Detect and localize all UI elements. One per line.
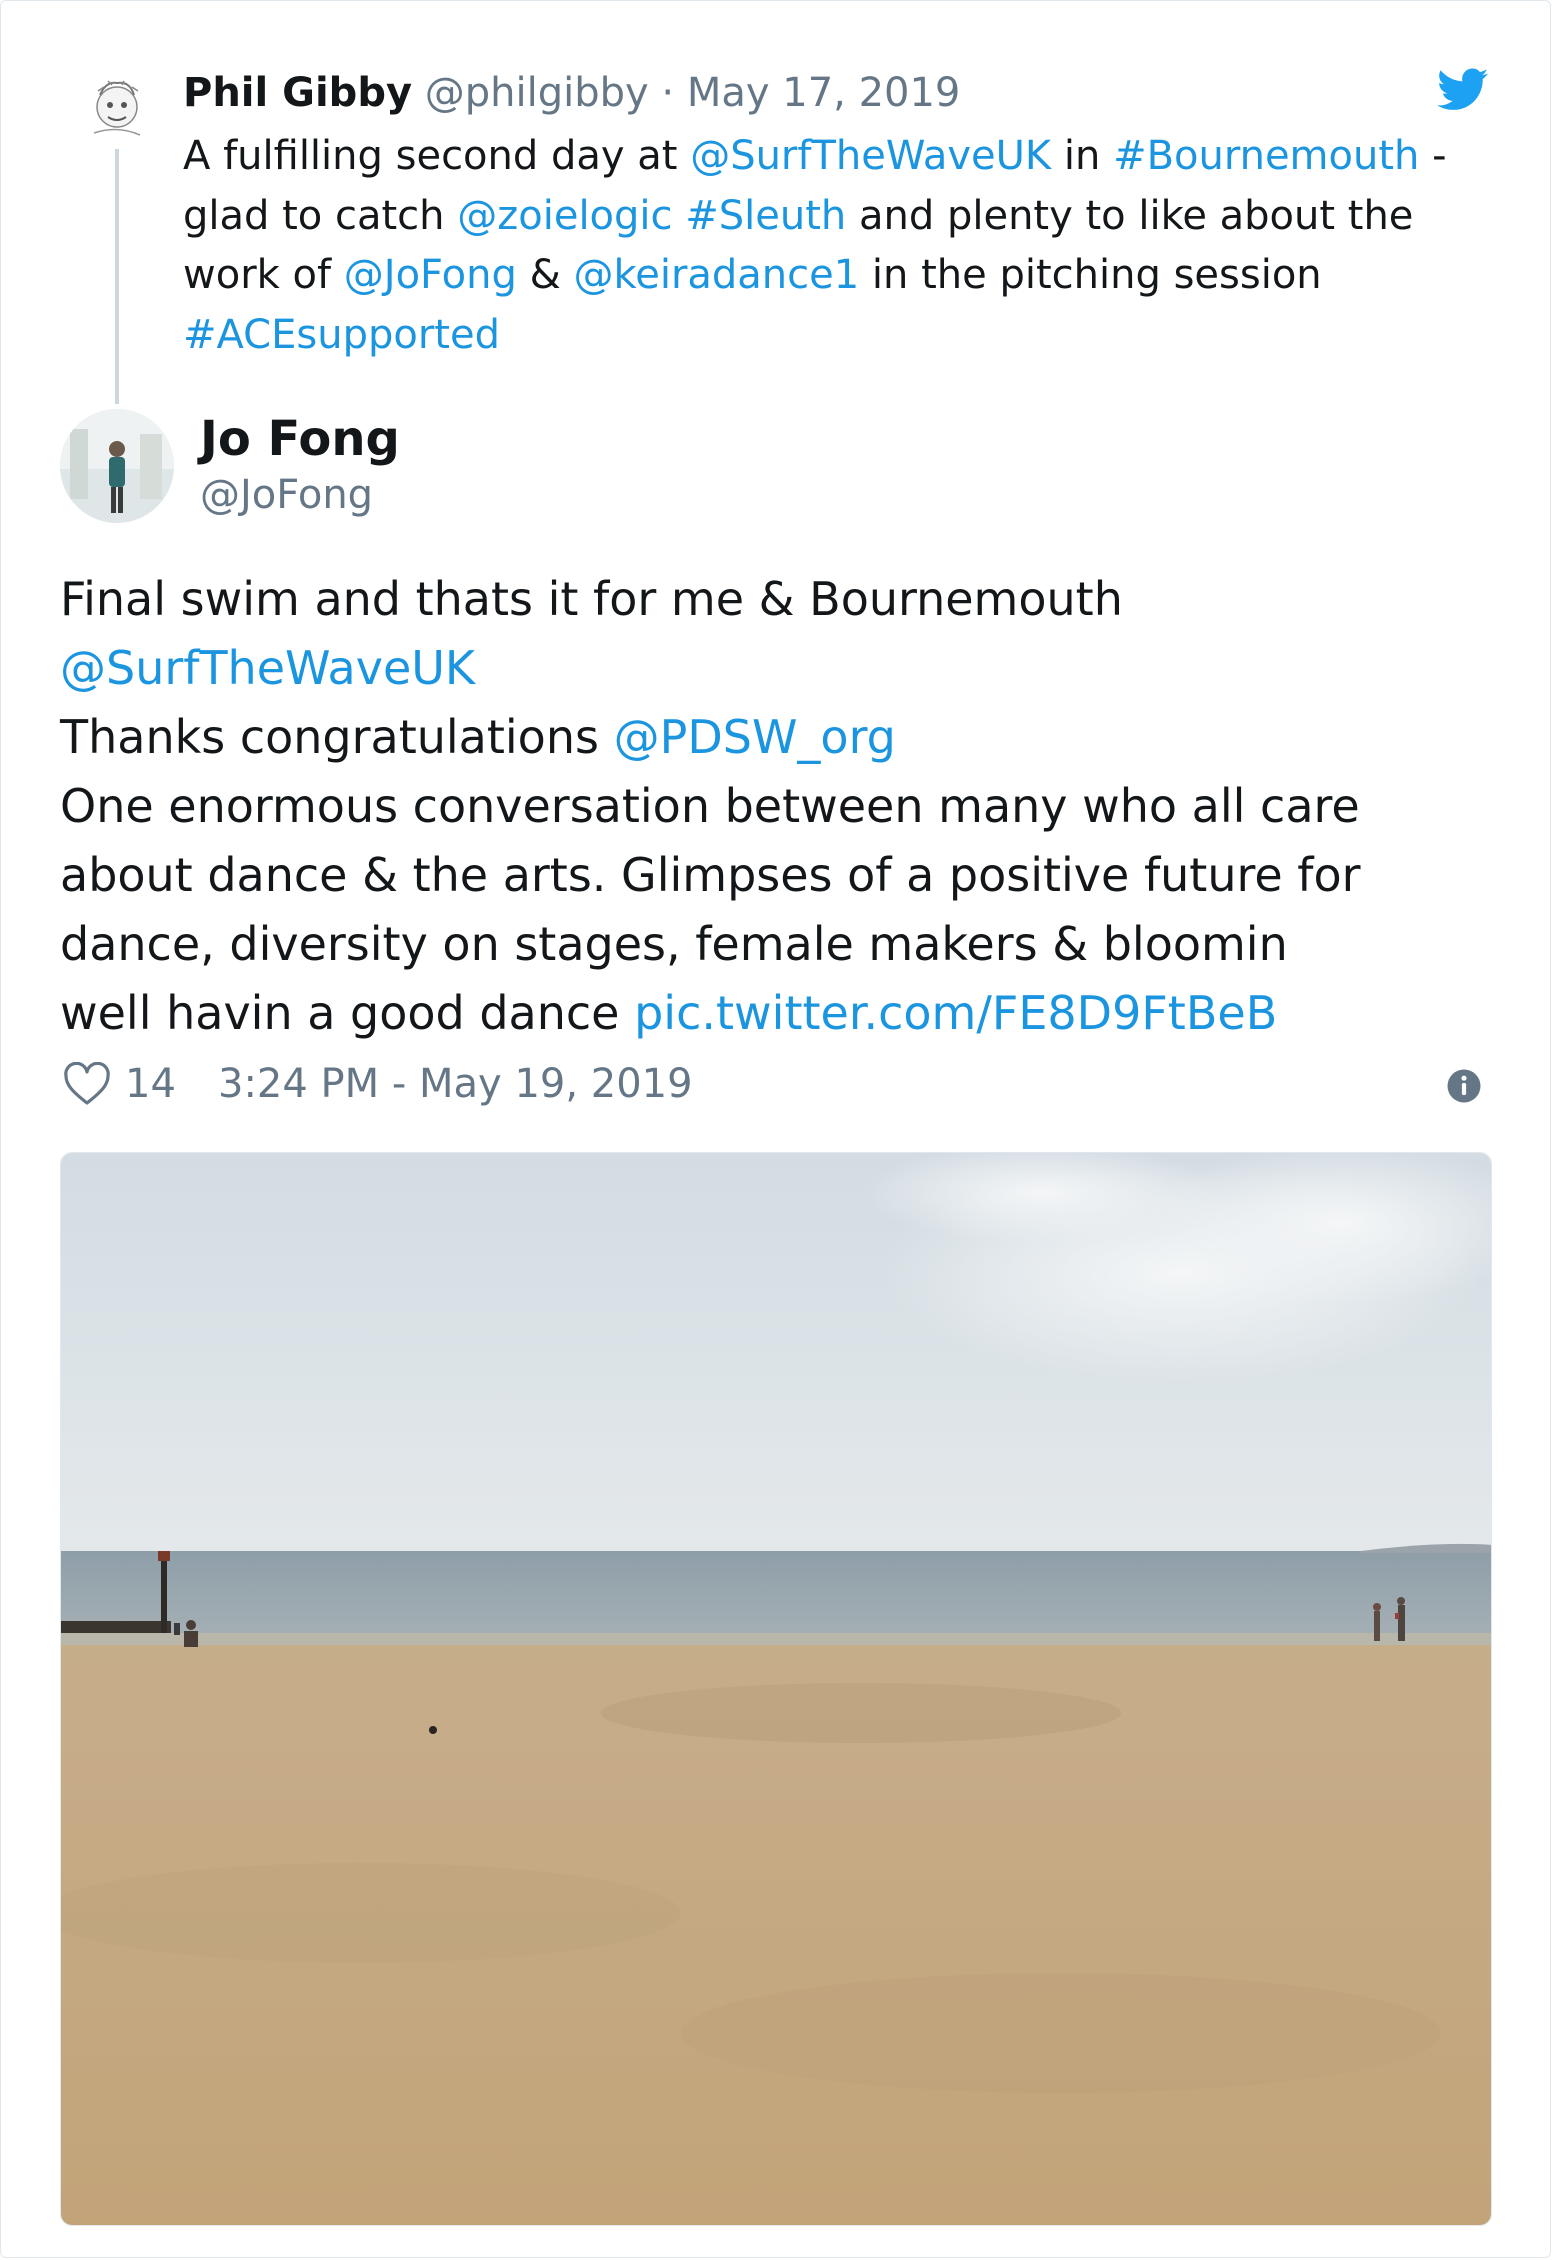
main-author-name[interactable]: Jo Fong [200, 407, 400, 471]
tweet-text-segment: about dance & the arts. Glimpses of a po… [60, 848, 1361, 902]
tweet-text-segment: in the pitching session [859, 252, 1322, 298]
tweet-text-segment: well havin a good dance [60, 986, 635, 1040]
parent-author-name[interactable]: Phil Gibby [183, 70, 412, 116]
tweet-text-line: Thanks congratulations @PDSW_org [60, 703, 1500, 772]
main-avatar[interactable] [60, 409, 174, 523]
inline-link[interactable]: #ACEsupported [183, 312, 500, 358]
inline-link[interactable]: @zoielogic [457, 193, 672, 239]
tweet-text-line: well havin a good dance pic.twitter.com/… [60, 979, 1500, 1048]
twitter-bird-icon[interactable] [1437, 68, 1489, 112]
embedded-tweet-card: Phil Gibby @philgibby · May 17, 2019 A f… [0, 0, 1551, 2258]
tweet-text-segment: dance, diversity on stages, female maker… [60, 917, 1288, 971]
like-count: 14 [125, 1061, 176, 1107]
parent-tweet-text: A fulfilling second day at @SurfTheWaveU… [183, 127, 1483, 365]
parent-author-handle[interactable]: @philgibby [425, 70, 649, 116]
tweet-text-segment: in [1051, 133, 1114, 179]
tweet-text-line: @SurfTheWaveUK [60, 634, 1500, 703]
beach-photo [61, 1153, 1491, 2225]
main-author-handle[interactable]: @JoFong [200, 467, 373, 523]
inline-link[interactable]: #Sleuth [685, 193, 846, 239]
tweet-text-segment [673, 193, 686, 239]
info-icon[interactable] [1446, 1068, 1482, 1104]
tweet-text-segment: Final swim and thats it for me & Bournem… [60, 572, 1123, 626]
tweet-text-segment: One enormous conversation between many w… [60, 779, 1360, 833]
parent-tweet-date[interactable]: May 17, 2019 [687, 70, 961, 116]
tweet-text-line: Final swim and thats it for me & Bournem… [60, 565, 1500, 634]
inline-link[interactable]: @keiradance1 [573, 252, 859, 298]
inline-link[interactable]: @PDSW_org [614, 710, 896, 764]
inline-link[interactable]: pic.twitter.com/FE8D9FtBeB [634, 986, 1277, 1040]
tweet-timestamp[interactable]: 3:24 PM - May 19, 2019 [218, 1056, 693, 1112]
inline-link[interactable]: @JoFong [344, 252, 517, 298]
tweet-meta-row: 14 3:24 PM - May 19, 2019 [63, 1056, 1493, 1112]
tweet-text-line: dance, diversity on stages, female maker… [60, 910, 1500, 979]
heart-icon[interactable] [63, 1062, 111, 1106]
tweet-text-segment: A fulfilling second day at [183, 133, 691, 179]
tweet-text-segment: & [516, 252, 574, 298]
tweet-photo[interactable] [60, 1152, 1492, 2226]
parent-avatar[interactable] [86, 73, 148, 143]
thread-line [115, 149, 119, 404]
inline-link[interactable]: #Bournemouth [1113, 133, 1419, 179]
tweet-text-line: about dance & the arts. Glimpses of a po… [60, 841, 1500, 910]
tweet-text-segment: Thanks congratulations [60, 710, 614, 764]
inline-link[interactable]: @SurfTheWaveUK [690, 133, 1051, 179]
meta-separator: · [661, 70, 675, 116]
tweet-text-line: One enormous conversation between many w… [60, 772, 1500, 841]
inline-link[interactable]: @SurfTheWaveUK [60, 641, 475, 695]
parent-tweet-header: Phil Gibby @philgibby · May 17, 2019 [183, 65, 960, 121]
main-tweet-text: Final swim and thats it for me & Bournem… [60, 565, 1500, 1048]
